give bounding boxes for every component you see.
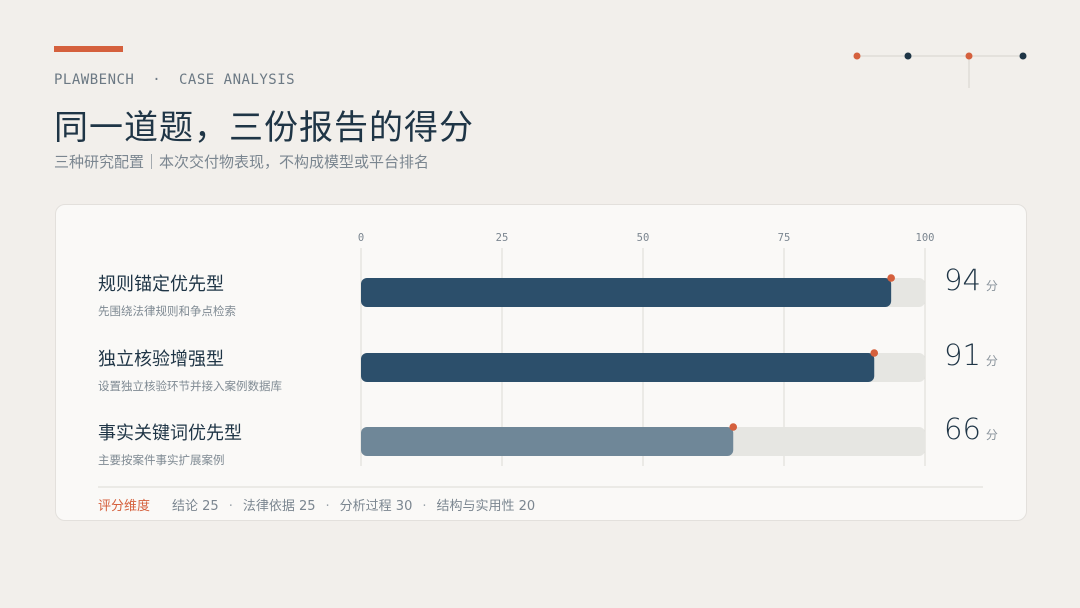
score-value: 66 <box>944 412 981 446</box>
slide: PLAWBENCH · CASE ANALYSIS 同一道题，三份报告的得分 三… <box>0 0 1080 608</box>
dimension-item: 结构与实用性 20 <box>436 499 536 514</box>
score-unit: 分 <box>985 354 998 368</box>
row-label: 事实关键词优先型 主要按案件事实扩展案例 <box>98 419 242 468</box>
dimension-item: 分析过程 30 <box>339 499 413 514</box>
dimension-item: 结论 25 <box>172 499 219 514</box>
tick-label: 100 <box>916 232 935 244</box>
row-label: 独立核验增强型 设置独立核验环节并接入案例数据库 <box>98 345 282 394</box>
score-label: 91 分 <box>944 338 998 372</box>
bar <box>361 278 892 307</box>
category-description: 先围绕法律规则和争点检索 <box>98 304 236 318</box>
score-value: 91 <box>944 338 981 372</box>
scoring-dimensions-label: 评分维度 <box>98 499 151 514</box>
bar-end-marker <box>887 274 895 282</box>
tick-label: 50 <box>637 232 650 244</box>
category-description: 设置独立核验环节并接入案例数据库 <box>98 379 282 393</box>
score-label: 66 分 <box>944 412 998 446</box>
category-description: 主要按案件事实扩展案例 <box>98 453 225 467</box>
tick-label: 25 <box>496 232 509 244</box>
tick-label: 75 <box>778 232 791 244</box>
scoring-dimensions: 评分维度 结论 25 · 法律依据 25 · 分析过程 30 · 结构与实用性 20 <box>98 495 535 514</box>
category-name: 事实关键词优先型 <box>98 423 242 444</box>
dimension-item: 法律依据 25 <box>242 499 316 514</box>
separator-dot: · <box>422 499 427 514</box>
tick-label: 0 <box>358 232 364 244</box>
bar-end-marker <box>729 423 738 431</box>
category-name: 规则锚定优先型 <box>98 274 224 295</box>
row-label: 规则锚定优先型 先围绕法律规则和争点检索 <box>98 270 236 319</box>
score-value: 94 <box>944 263 981 297</box>
bar <box>361 353 875 382</box>
score-unit: 分 <box>985 428 998 442</box>
bar-end-marker <box>870 349 879 357</box>
score-unit: 分 <box>985 279 998 293</box>
bar <box>361 427 734 456</box>
category-name: 独立核验增强型 <box>98 349 224 370</box>
separator-dot: · <box>325 499 330 514</box>
score-label: 94 分 <box>944 263 998 297</box>
separator-dot: · <box>228 499 233 514</box>
